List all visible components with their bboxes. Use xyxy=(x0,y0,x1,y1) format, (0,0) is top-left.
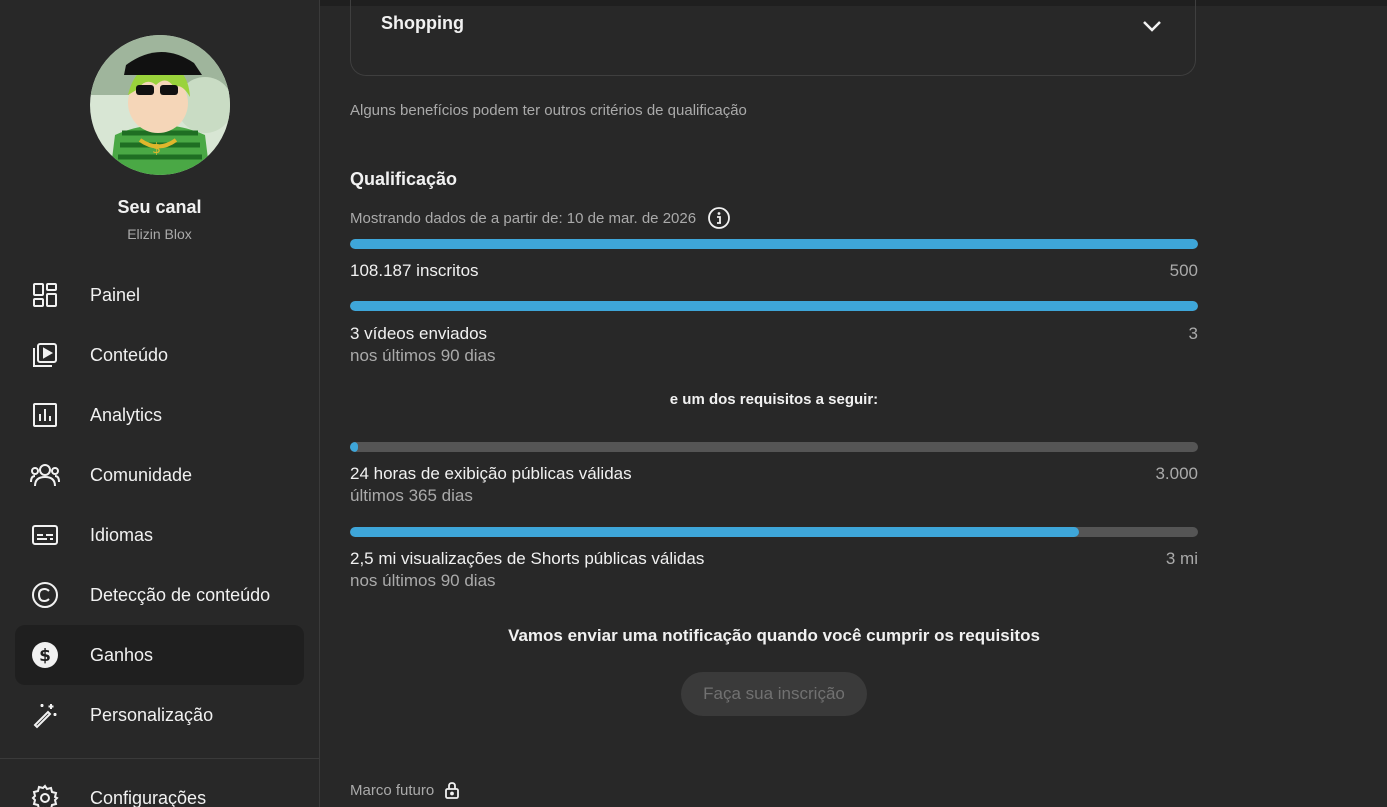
shorts-views-progress-bar xyxy=(350,527,1198,537)
shorts-views-label: 2,5 mi visualizações de Shorts públicas … xyxy=(350,549,705,568)
sidebar-item-label: Conteúdo xyxy=(90,344,169,365)
data-date-text: Mostrando dados de a partir de: 10 de ma… xyxy=(350,209,697,227)
channel-title: Seu canal xyxy=(117,197,202,217)
sidebar-item-label: Ganhos xyxy=(90,644,154,665)
copyright-icon xyxy=(30,580,60,610)
sidebar-item-painel[interactable]: Painel xyxy=(15,265,304,325)
watch-hours-label: 24 horas de exibição públicas válidas xyxy=(350,464,632,483)
sidebar-item-personalizacao[interactable]: Personalização xyxy=(15,685,304,745)
channel-name: Elizin Blox xyxy=(127,226,192,242)
sidebar-item-configuracoes[interactable]: Configurações xyxy=(15,768,304,807)
videos-sub: nos últimos 90 dias xyxy=(350,346,496,365)
watch-hours-target: 3.000 xyxy=(1155,464,1198,483)
qualification-title: Qualificação xyxy=(350,169,458,189)
sidebar-item-comunidade[interactable]: Comunidade xyxy=(15,445,304,505)
progress-fill xyxy=(350,301,1198,311)
shopping-card[interactable]: Shopping xyxy=(350,0,1196,76)
chevron-down-icon[interactable] xyxy=(1139,13,1165,39)
svg-text:$: $ xyxy=(39,646,51,666)
progress-fill xyxy=(350,527,1080,537)
main-content: Shopping Alguns benefícios podem ter out… xyxy=(320,0,1387,807)
gear-icon xyxy=(30,783,60,807)
subscribers-target: 500 xyxy=(1169,261,1198,280)
sidebar-item-ganhos[interactable]: $ Ganhos xyxy=(15,625,304,685)
shopping-card-title: Shopping xyxy=(381,13,464,33)
subscribers-label: 108.187 inscritos xyxy=(350,261,479,280)
sidebar-item-deteccao[interactable]: Detecção de conteúdo xyxy=(15,565,304,625)
future-milestone: Marco futuro xyxy=(350,781,460,799)
one-of-text: e um dos requisitos a seguir: xyxy=(669,391,879,408)
avatar[interactable]: $ xyxy=(90,35,230,175)
svg-text:$: $ xyxy=(152,141,161,157)
analytics-icon xyxy=(30,400,60,430)
subscribe-button[interactable]: Faça sua inscrição xyxy=(681,672,867,716)
sidebar-item-label: Analytics xyxy=(90,404,163,425)
shorts-views-sub: nos últimos 90 dias xyxy=(350,571,496,590)
sidebar-item-label: Detecção de conteúdo xyxy=(90,584,271,605)
watch-hours-sub: últimos 365 dias xyxy=(350,486,473,505)
sidebar-item-label: Idiomas xyxy=(90,524,154,545)
sidebar-item-label: Personalização xyxy=(90,704,214,725)
sidebar-item-label: Painel xyxy=(90,284,141,305)
sidebar-item-analytics[interactable]: Analytics xyxy=(15,385,304,445)
dollar-icon: $ xyxy=(30,640,60,670)
sidebar-item-label: Configurações xyxy=(90,787,207,807)
sidebar-item-conteudo[interactable]: Conteúdo xyxy=(15,325,304,385)
magic-wand-icon xyxy=(30,700,60,730)
progress-fill xyxy=(350,239,1198,249)
sidebar-item-label: Comunidade xyxy=(90,464,193,485)
benefits-note: Alguns benefícios podem ter outros crité… xyxy=(350,102,747,119)
videos-progress-bar xyxy=(350,301,1198,311)
sidebar: $ Seu canal Elizin Blox Painel Conteúdo xyxy=(0,0,320,807)
notify-text: Vamos enviar uma notificação quando você… xyxy=(508,626,1040,645)
lock-icon xyxy=(444,781,460,799)
videos-label: 3 vídeos enviados xyxy=(350,324,488,343)
shorts-views-target: 3 mi xyxy=(1165,549,1198,568)
data-date-line: Mostrando dados de a partir de: 10 de ma… xyxy=(350,207,730,229)
watch-hours-progress-bar xyxy=(350,442,1198,452)
sidebar-item-idiomas[interactable]: Idiomas xyxy=(15,505,304,565)
sidebar-divider xyxy=(0,758,319,759)
progress-fill xyxy=(350,442,359,452)
subtitles-icon xyxy=(30,520,60,550)
info-icon[interactable] xyxy=(708,207,730,229)
content-icon xyxy=(30,340,60,370)
community-icon xyxy=(30,460,60,490)
dashboard-icon xyxy=(30,280,60,310)
videos-target: 3 xyxy=(1188,324,1198,343)
future-milestone-label: Marco futuro xyxy=(350,781,435,799)
subscribers-progress-bar xyxy=(350,239,1198,249)
